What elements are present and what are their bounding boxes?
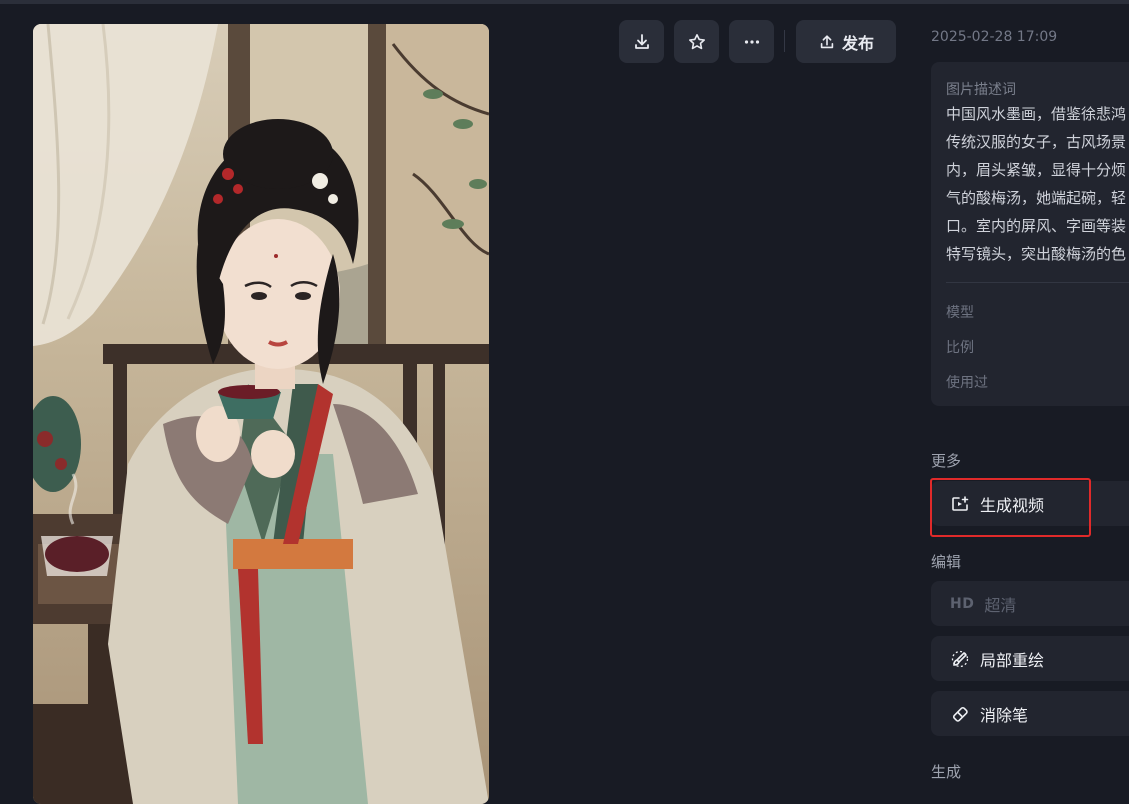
eraser-label: 消除笔 <box>980 705 1029 725</box>
generate-section-label: 生成 <box>931 763 962 781</box>
eraser-button[interactable]: 消除笔 <box>931 691 1129 736</box>
description-label: 图片描述词 <box>946 82 1016 98</box>
upscale-button[interactable]: HD 超清 <box>931 581 1129 626</box>
illustration-woman-drinking-soup <box>33 24 489 804</box>
brush-icon <box>951 650 969 667</box>
generate-video-label: 生成视频 <box>980 495 1045 515</box>
inpaint-label: 局部重绘 <box>980 650 1045 670</box>
generated-image[interactable] <box>33 24 489 804</box>
model-label: 模型 <box>946 305 974 321</box>
hd-badge: HD <box>950 595 975 612</box>
download-button[interactable] <box>619 20 664 63</box>
description-line: 气的酸梅汤，她端起碗，轻 <box>946 189 1127 207</box>
created-timestamp: 2025-02-28 17:09 <box>931 29 1058 45</box>
description-line: 特写镜头，突出酸梅汤的色 <box>946 245 1127 263</box>
edit-section-label: 编辑 <box>931 553 962 571</box>
upload-icon <box>820 34 834 48</box>
more-icon <box>744 39 759 44</box>
description-text[interactable]: 中国风水墨画，借鉴徐悲鸿 传统汉服的女子，古风场景 内，眉头紧皱，显得十分烦 气… <box>946 100 1129 268</box>
video-plus-icon <box>952 495 969 511</box>
download-icon <box>634 33 649 49</box>
eraser-icon <box>952 706 968 722</box>
favorite-button[interactable] <box>674 20 719 63</box>
more-section-label: 更多 <box>931 452 962 470</box>
description-line: 中国风水墨画，借鉴徐悲鸿 <box>946 105 1127 123</box>
window-top-bar <box>0 0 1129 4</box>
toolbar-divider <box>784 30 785 52</box>
description-line: 口。室内的屏风、字画等装 <box>946 217 1127 235</box>
publish-button[interactable]: 发布 <box>796 20 896 63</box>
description-line: 传统汉服的女子，古风场景 <box>946 133 1127 151</box>
star-icon <box>688 33 705 49</box>
card-divider <box>946 282 1129 283</box>
upscale-label: 超清 <box>984 595 1017 615</box>
publish-label: 发布 <box>841 33 874 53</box>
description-line: 内，眉头紧皱，显得十分烦 <box>946 161 1127 179</box>
ratio-label: 比例 <box>946 340 974 356</box>
generate-video-button[interactable]: 生成视频 <box>931 481 1129 526</box>
image-info-card: 图片描述词 中国风水墨画，借鉴徐悲鸿 传统汉服的女子，古风场景 内，眉头紧皱，显… <box>931 62 1129 406</box>
inpaint-button[interactable]: 局部重绘 <box>931 636 1129 681</box>
more-options-button[interactable] <box>729 20 774 63</box>
used-label: 使用过 <box>946 375 988 391</box>
